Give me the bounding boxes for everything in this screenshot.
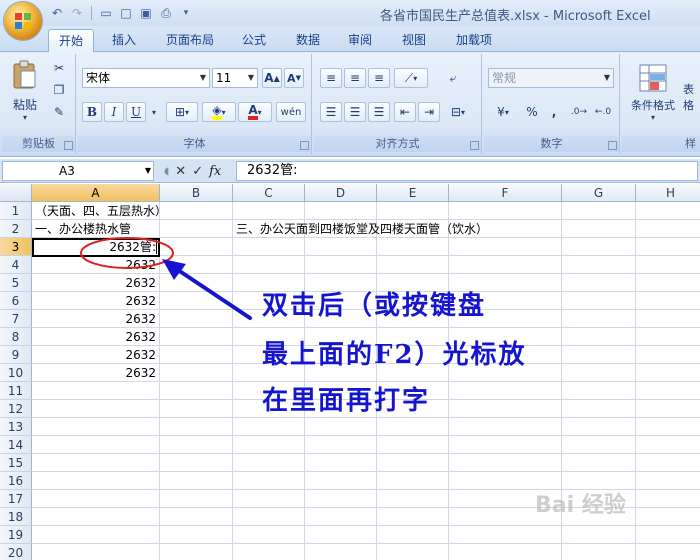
watermark: Bai 经验 — [535, 493, 626, 518]
pointer-arrowhead — [162, 259, 186, 280]
office-logo-icon — [15, 13, 31, 29]
annotation-overlay — [80, 237, 252, 320]
office-button[interactable] — [4, 2, 42, 40]
pointer-arrow — [170, 264, 252, 320]
highlight-ellipse — [80, 237, 174, 269]
annotation-line-2: 最上面的F2）光标放 — [262, 340, 527, 370]
annotation-line-1: 双击后（或按键盘 — [262, 291, 487, 321]
annotation-line-3: 在里面再打字 — [262, 386, 431, 416]
